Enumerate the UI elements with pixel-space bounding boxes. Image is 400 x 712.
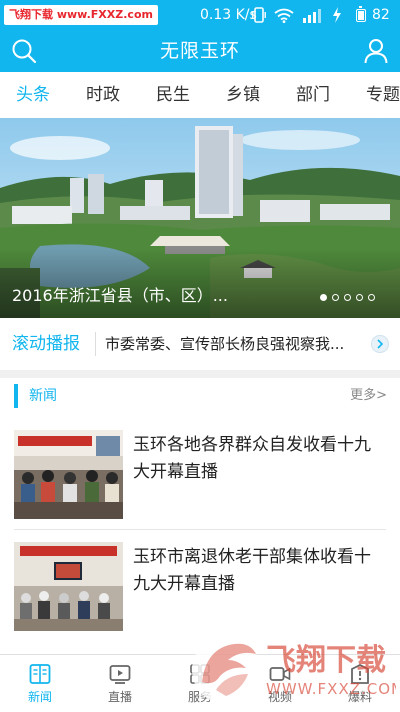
- tab-xiangzhen[interactable]: 乡镇: [226, 72, 260, 118]
- news-thumbnail-image: [14, 430, 123, 519]
- tab-bumen[interactable]: 部门: [296, 72, 330, 118]
- tab-minsheng[interactable]: 民生: [156, 72, 190, 118]
- user-profile-button[interactable]: [361, 36, 391, 66]
- network-speed: 0.13 K/s: [200, 7, 257, 23]
- news-icon: [27, 662, 53, 686]
- nav-live[interactable]: 直播: [80, 655, 160, 712]
- tab-toutiao[interactable]: 头条: [16, 72, 50, 118]
- news-thumbnail-image: [14, 542, 123, 631]
- charging-icon: [333, 7, 341, 23]
- nav-label: 新闻: [27, 690, 52, 704]
- vibrate-icon: [252, 7, 266, 23]
- signal-icon: [303, 8, 321, 23]
- svg-text:WWW.FXXZ.COM: WWW.FXXZ.COM: [266, 680, 396, 698]
- carousel-dot[interactable]: [356, 294, 363, 301]
- carousel-dot[interactable]: [344, 294, 351, 301]
- news-section-title: 新闻: [29, 388, 57, 404]
- live-icon: [107, 662, 133, 686]
- chevron-right-icon: [377, 339, 384, 349]
- banner-caption[interactable]: 2016年浙江省县（市、区）...: [12, 283, 228, 309]
- ticker-divider: [95, 332, 96, 356]
- wifi-icon: [274, 8, 294, 23]
- news-more-link[interactable]: 更多>: [350, 386, 387, 406]
- app-header: 无限玉环: [0, 30, 400, 72]
- svg-text:飞翔下载: 飞翔下载: [266, 643, 386, 678]
- news-section-header: [0, 378, 400, 418]
- tab-shizheng[interactable]: 时政: [86, 72, 120, 118]
- ticker-next-button[interactable]: [371, 335, 389, 353]
- news-thumbnail: [14, 430, 123, 519]
- carousel-dot[interactable]: [320, 294, 327, 301]
- news-ticker: 滚动播报 市委常委、宣传部长杨良强视察我...: [0, 318, 400, 370]
- news-thumbnail: [14, 542, 123, 631]
- news-headline[interactable]: 玉环各地各界群众自发收看十九大开幕直播: [133, 432, 387, 486]
- app-title: 无限玉环: [159, 40, 240, 62]
- news-list-item[interactable]: 玉环市离退休老干部集体收看十九大开幕直播: [0, 530, 400, 640]
- watermark-logo: 飞翔下载 WWW.FXXZ.COM: [186, 630, 400, 712]
- carousel-dot[interactable]: [368, 294, 375, 301]
- battery-icon: [356, 6, 366, 22]
- nav-news[interactable]: 新闻: [0, 655, 80, 712]
- battery-level: [358, 10, 364, 20]
- user-icon: [364, 39, 388, 64]
- ticker-headline[interactable]: 市委常委、宣传部长杨良强视察我...: [105, 330, 363, 358]
- watermark-badge: 飞翔下载 www.FXXZ.com: [4, 5, 158, 25]
- news-list-item[interactable]: 玉环各地各界群众自发收看十九大开幕直播: [0, 418, 400, 528]
- battery-percent: 82: [372, 7, 390, 23]
- status-bar: 飞翔下载 www.FXXZ.com 0.13 K/s 82: [0, 0, 400, 30]
- section-accent-bar: [14, 384, 18, 408]
- carousel-dots: [320, 294, 375, 301]
- category-tabs: 头条 时政 民生 乡镇 部门 专题: [0, 72, 400, 118]
- tab-zhuanti[interactable]: 专题: [366, 72, 400, 118]
- nav-label: 直播: [107, 690, 132, 704]
- news-headline[interactable]: 玉环市离退休老干部集体收看十九大开幕直播: [133, 544, 387, 598]
- section-gap: [0, 370, 400, 378]
- status-icons: [252, 7, 342, 23]
- carousel-dot[interactable]: [332, 294, 339, 301]
- ticker-label: 滚动播报: [12, 334, 80, 354]
